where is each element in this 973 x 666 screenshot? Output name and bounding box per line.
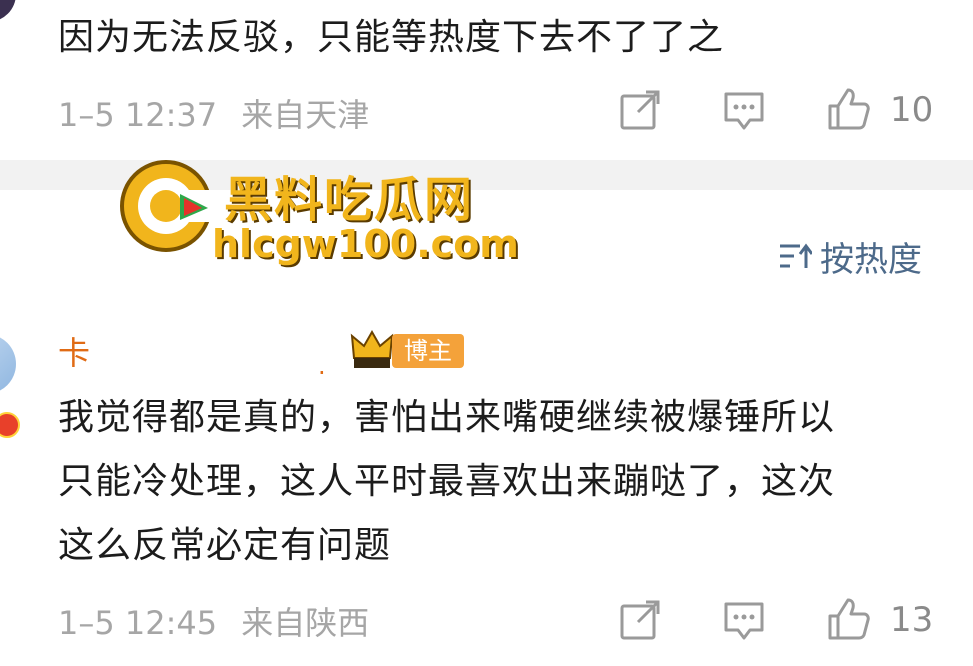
sort-toggle[interactable]: 按热度	[778, 232, 922, 281]
author-badge: 博主	[392, 334, 464, 368]
watermark-url: hlcgw100.com	[212, 222, 519, 266]
watermark-logo	[120, 160, 212, 252]
comment-text: 因为无法反驳，只能等热度下去不了了之	[58, 17, 725, 58]
comment-meta: 1–5 12:37 来自天津	[58, 90, 369, 136]
comment-meta: 1–5 12:45 来自陕西	[58, 598, 369, 644]
like-count: 10	[890, 90, 934, 130]
avatar[interactable]	[0, 0, 16, 22]
comment-text-line: 只能冷处理，这人平时最喜欢出来蹦哒了，这次	[58, 461, 836, 502]
username[interactable]: 卡	[58, 328, 90, 374]
like-count: 13	[890, 600, 934, 640]
like-icon[interactable]	[826, 86, 870, 130]
share-icon[interactable]	[618, 598, 662, 642]
comment-icon[interactable]	[722, 88, 766, 132]
comment-location: 来自陕西	[241, 604, 370, 642]
comment-location: 来自天津	[241, 96, 370, 134]
comment-text: 我觉得都是真的，害怕出来嘴硬继续被爆锤所以 只能冷处理，这人平时最喜欢出来蹦哒了…	[58, 386, 938, 578]
comment-text-line: 这么反常必定有问题	[58, 525, 392, 566]
watermark-title: 黑料吃瓜网	[224, 172, 475, 228]
comment-timestamp: 1–5 12:37	[58, 96, 218, 134]
avatar-badge	[0, 412, 20, 438]
sort-label: 按热度	[820, 240, 922, 280]
share-icon[interactable]	[618, 88, 662, 132]
sort-icon	[780, 243, 812, 268]
crown-icon	[350, 329, 394, 368]
avatar[interactable]	[0, 334, 16, 394]
comment-timestamp: 1–5 12:45	[58, 604, 218, 642]
comment-icon[interactable]	[722, 598, 766, 642]
username-fragment: .	[318, 352, 326, 380]
comment-text-line: 我觉得都是真的，害怕出来嘴硬继续被爆锤所以	[58, 397, 836, 438]
like-icon[interactable]	[826, 596, 870, 640]
